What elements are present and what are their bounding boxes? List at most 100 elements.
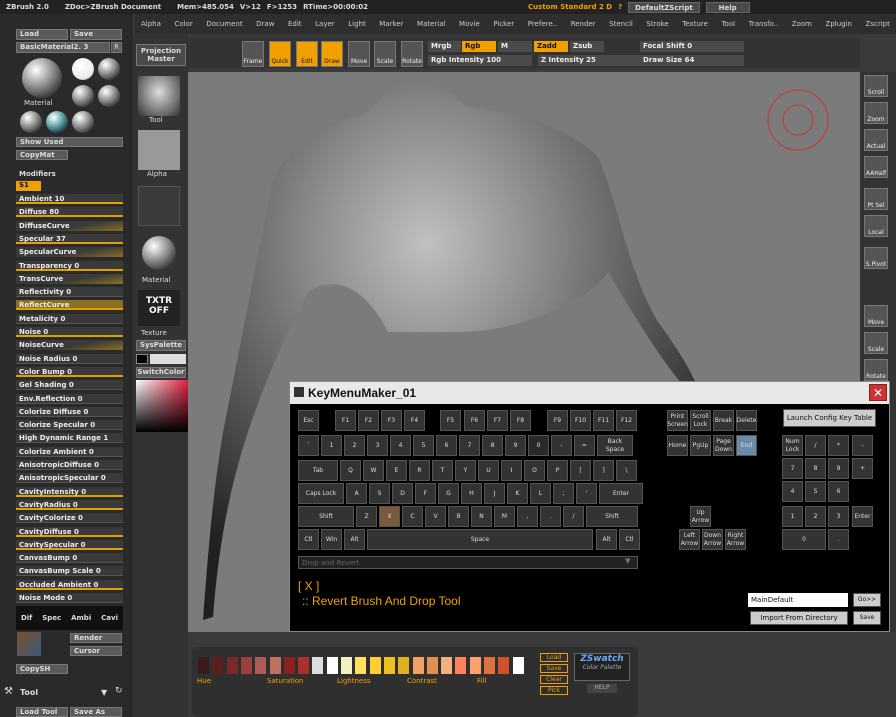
color-swatch[interactable] — [369, 657, 381, 674]
color-swatch[interactable] — [298, 657, 310, 674]
texture-label[interactable]: Texture — [141, 329, 167, 337]
modifier-occluded-ambient[interactable]: Occluded Ambient 0 — [16, 579, 123, 590]
default-zscript-button[interactable]: DefaultZScript — [628, 1, 700, 13]
key-a-r3[interactable]: A — [346, 483, 367, 504]
modifier-diffusecurve[interactable]: DiffuseCurve — [16, 220, 123, 231]
color-swatch[interactable] — [283, 657, 295, 674]
texture-thumb[interactable] — [17, 632, 41, 656]
material-thumb-5[interactable] — [20, 111, 42, 133]
color-swatch[interactable] — [341, 657, 352, 674]
key-0-r1[interactable]: 0 — [528, 435, 549, 456]
move-button[interactable]: Move — [348, 41, 370, 67]
modifier-reflectcurve[interactable]: ReflectCurve — [16, 300, 123, 311]
material-name-field[interactable]: BasicMaterial2. 3 — [16, 42, 110, 53]
key-g-r3[interactable]: G — [438, 483, 459, 504]
key-f4[interactable]: F4 — [404, 410, 425, 431]
key-sym-r3[interactable]: ; — [553, 483, 574, 504]
menu-tool[interactable]: Tool — [721, 20, 735, 28]
key-b-r4[interactable]: B — [448, 506, 469, 527]
go-button[interactable]: Go>> — [853, 593, 881, 607]
key-left-arrow[interactable]: Left Arrow — [679, 529, 700, 550]
actual-button[interactable]: Actual — [864, 129, 888, 151]
key-sym-r4[interactable]: / — [563, 506, 584, 527]
key-q-r2[interactable]: Q — [340, 460, 361, 481]
key-num-sym[interactable]: / — [805, 435, 826, 456]
key-n-r4[interactable]: N — [471, 506, 492, 527]
key-scroll-lock[interactable]: Scroll Lock — [690, 410, 711, 431]
modifier-ambient[interactable]: Ambient 10 — [16, 194, 123, 204]
main-color-swatch[interactable] — [136, 354, 148, 364]
close-icon[interactable]: ✕ — [869, 384, 887, 401]
cursor-button[interactable]: Cursor — [70, 646, 122, 656]
modifier-anisotropicdiffuse[interactable]: AnisotropicDiffuse 0 — [16, 460, 123, 470]
modifier-transcurve[interactable]: TransCurve — [16, 273, 123, 284]
key-tab-r2[interactable]: Tab — [298, 460, 338, 481]
key-num-enter[interactable]: Enter — [852, 506, 873, 527]
key-num-4[interactable]: 4 — [782, 481, 803, 502]
key-t-r2[interactable]: T — [432, 460, 453, 481]
tool-palette-header[interactable]: Tool — [20, 688, 38, 697]
key-h-r3[interactable]: H — [461, 483, 482, 504]
saturation-slider[interactable]: Saturation — [267, 677, 327, 687]
key-break[interactable]: Break — [713, 410, 734, 431]
alpha-thumb[interactable] — [138, 130, 180, 170]
key-f1[interactable]: F1 — [335, 410, 356, 431]
key-sym-r2[interactable]: ] — [593, 460, 614, 481]
key-c-r4[interactable]: C — [402, 506, 423, 527]
key-win-r5[interactable]: Win — [321, 529, 342, 550]
chevron-down-icon[interactable]: ▼ — [101, 688, 107, 697]
key-page-down[interactable]: Page Down — [713, 435, 734, 456]
key-f2[interactable]: F2 — [358, 410, 379, 431]
chevron-down-icon[interactable]: ▼ — [625, 557, 636, 568]
key-d-r3[interactable]: D — [392, 483, 413, 504]
key-print-screen[interactable]: Print Screen — [667, 410, 688, 431]
tool-label[interactable]: Tool — [149, 116, 163, 124]
scale-button[interactable]: Scale — [864, 332, 888, 354]
material-preview-sphere[interactable] — [22, 58, 62, 98]
menu-color[interactable]: Color — [174, 20, 192, 28]
tab-spec[interactable]: Spec — [42, 614, 61, 622]
key-num-sym[interactable]: * — [828, 435, 849, 456]
action-dropdown[interactable]: Drop and Revert — [298, 556, 638, 569]
color-swatch[interactable] — [455, 657, 467, 674]
key-num-5[interactable]: 5 — [805, 481, 826, 502]
swatch-save-button[interactable]: Save — [540, 664, 568, 673]
menu-layer[interactable]: Layer — [315, 20, 335, 28]
alpha-label[interactable]: Alpha — [147, 170, 167, 178]
color-swatch[interactable] — [312, 657, 324, 674]
material-thumb-3[interactable] — [72, 85, 94, 107]
modifier-cavitycolorize[interactable]: CavityColorize 0 — [16, 513, 123, 524]
config-name-input[interactable]: MainDefault — [748, 593, 848, 607]
key-r-r2[interactable]: R — [409, 460, 430, 481]
material-r-button[interactable]: R — [111, 42, 122, 53]
material-label[interactable]: Material — [24, 99, 52, 107]
modifier-gel-shading[interactable]: Gel Shading 0 — [16, 380, 123, 391]
draw-button[interactable]: Draw — [321, 41, 343, 67]
edit-button[interactable]: Edit — [296, 41, 318, 67]
color-swatch[interactable] — [441, 657, 453, 674]
swatch-load-button[interactable]: Load — [540, 653, 568, 662]
modifier-env-reflection[interactable]: Env.Reflection 0 — [16, 393, 123, 404]
z-intensity-slider[interactable]: Z Intensity 25 — [538, 55, 642, 66]
menu-zplugin[interactable]: Zplugin — [826, 20, 852, 28]
dialog-save-button[interactable]: Save — [853, 611, 881, 625]
modifier-noisecurve[interactable]: NoiseCurve — [16, 340, 123, 351]
material-thumb-large[interactable] — [142, 236, 176, 270]
color-swatch[interactable] — [212, 657, 224, 674]
material-thumb-4[interactable] — [98, 85, 120, 107]
key-k-r3[interactable]: K — [507, 483, 528, 504]
key-j-r3[interactable]: J — [484, 483, 505, 504]
key-pgup[interactable]: PgUp — [690, 435, 711, 456]
menu-zoom[interactable]: Zoom — [792, 20, 812, 28]
hue-slider[interactable]: Hue — [197, 677, 257, 687]
modifier-high-dynamic-range[interactable]: High Dynamic Range 1 — [16, 433, 123, 444]
key-num-2[interactable]: 2 — [805, 506, 826, 527]
aahalf-button[interactable]: AAHalf — [864, 156, 888, 178]
show-used-button[interactable]: Show Used — [16, 137, 123, 147]
material-thumb-2[interactable] — [98, 58, 120, 80]
move-button[interactable]: Move — [864, 305, 888, 327]
shader-s1-button[interactable]: S1 — [16, 181, 41, 191]
key-caps-lock-r3[interactable]: Caps Lock — [298, 483, 344, 504]
modifier-cavitydiffuse[interactable]: CavityDiffuse 0 — [16, 526, 123, 537]
zsub-button[interactable]: Zsub — [570, 41, 604, 52]
